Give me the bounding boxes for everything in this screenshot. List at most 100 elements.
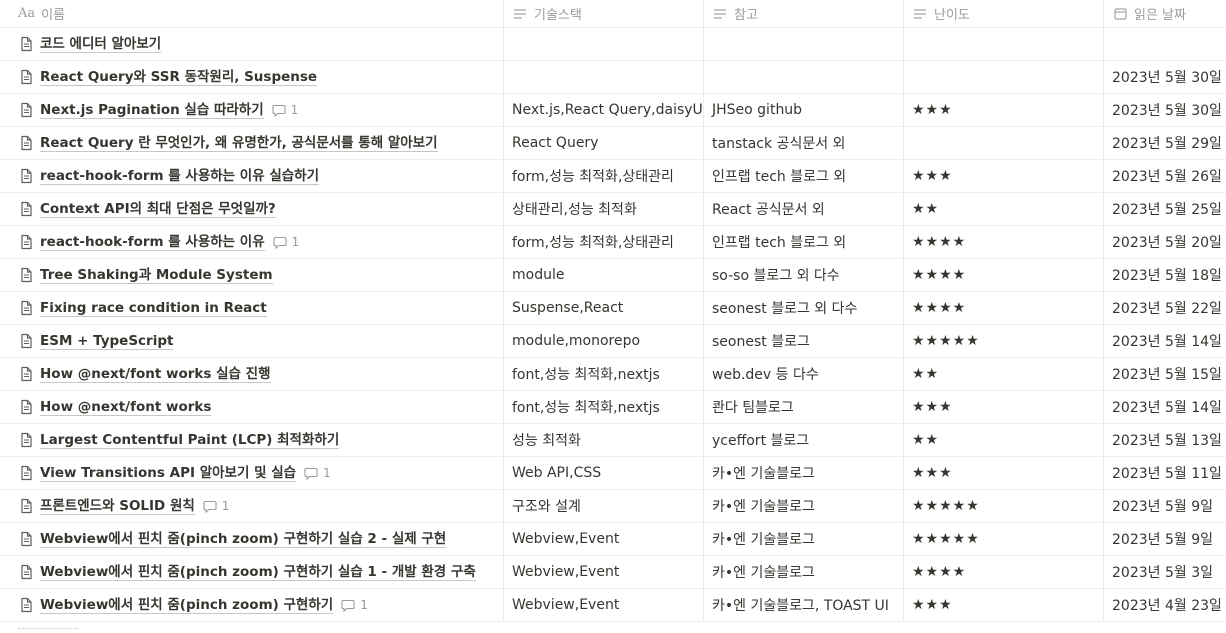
cell-name[interactable]: Next.js Pagination 실습 따라하기 1	[0, 94, 504, 126]
cell-date[interactable]: 2023년 5월 14일	[1104, 325, 1226, 357]
cell-date[interactable]: 2023년 5월 3일	[1104, 556, 1226, 588]
cell-level[interactable]: ★★★	[904, 391, 1104, 423]
page-title-link[interactable]: Webview에서 핀치 줌(pinch zoom) 구현하기 실습 1 - 개…	[40, 564, 476, 581]
cell-date[interactable]: 2023년 5월 26일	[1104, 160, 1226, 192]
page-title-link[interactable]: Context API의 최대 단점은 무엇일까?	[40, 201, 276, 218]
cell-stack[interactable]: React Query	[504, 127, 704, 159]
cell-name[interactable]: Fixing race condition in React	[0, 292, 504, 324]
cell-name[interactable]: How @next/font works 실습 진행	[0, 358, 504, 390]
column-header-date[interactable]: 읽은 날짜	[1104, 0, 1226, 27]
cell-ref[interactable]: JHSeo github	[704, 94, 904, 126]
cell-ref[interactable]	[704, 61, 904, 93]
cell-stack[interactable]	[504, 28, 704, 60]
cell-level[interactable]	[904, 61, 1104, 93]
cell-level[interactable]	[904, 127, 1104, 159]
column-header-stack[interactable]: 기술스택	[504, 0, 704, 27]
cell-stack[interactable]: module,monorepo	[504, 325, 704, 357]
cell-ref[interactable]: seonest 블로그 외 다수	[704, 292, 904, 324]
cell-stack[interactable]: Next.js,React Query,daisyUI	[504, 94, 704, 126]
page-title-link[interactable]: Webview에서 핀치 줌(pinch zoom) 구현하기	[40, 597, 334, 614]
cell-level[interactable]: ★★★	[904, 589, 1104, 621]
cell-level[interactable]: ★★★	[904, 457, 1104, 489]
cell-level[interactable]	[904, 28, 1104, 60]
cell-name[interactable]: 프론트엔드와 SOLID 원칙 1	[0, 490, 504, 522]
cell-level[interactable]: ★★★★	[904, 292, 1104, 324]
cell-name[interactable]: View Transitions API 알아보기 및 실습 1	[0, 457, 504, 489]
cell-level[interactable]: ★★	[904, 193, 1104, 225]
table-row[interactable]: Webview에서 핀치 줌(pinch zoom) 구현하기 실습 1 - 개…	[0, 556, 1226, 589]
cell-date[interactable]: 2023년 4월 23일	[1104, 589, 1226, 621]
cell-level[interactable]: ★★	[904, 424, 1104, 456]
table-row[interactable]: react-hook-form 를 사용하는 이유 1 form,성능 최적화,…	[0, 226, 1226, 259]
cell-stack[interactable]: Webview,Event	[504, 523, 704, 555]
cell-ref[interactable]: 카•엔 기술블로그	[704, 523, 904, 555]
cell-date[interactable]: 2023년 5월 13일	[1104, 424, 1226, 456]
cell-level[interactable]: ★★★	[904, 94, 1104, 126]
cell-level[interactable]: ★★★★★	[904, 523, 1104, 555]
cell-ref[interactable]: so-so 블로그 외 다수	[704, 259, 904, 291]
table-row[interactable]: Tree Shaking과 Module System module so-so…	[0, 259, 1226, 292]
cell-ref[interactable]: tanstack 공식문서 외	[704, 127, 904, 159]
page-title-link[interactable]: Fixing race condition in React	[40, 300, 267, 317]
comment-count[interactable]: 1	[273, 235, 299, 249]
page-title-link[interactable]: React Query와 SSR 동작원리, Suspense	[40, 69, 318, 86]
cell-level[interactable]: ★★	[904, 358, 1104, 390]
table-row[interactable]: Webview에서 핀치 줌(pinch zoom) 구현하기 실습 2 - 실…	[0, 523, 1226, 556]
cell-stack[interactable]: 상태관리,성능 최적화	[504, 193, 704, 225]
page-title-link[interactable]: How @next/font works	[40, 399, 212, 416]
cell-name[interactable]: Largest Contentful Paint (LCP) 최적화하기	[0, 424, 504, 456]
table-row[interactable]: 코드 에디터 알아보기	[0, 28, 1226, 61]
cell-stack[interactable]: module	[504, 259, 704, 291]
cell-stack[interactable]: 구조와 설계	[504, 490, 704, 522]
table-row[interactable]: How @next/font works font,성능 최적화,nextjs …	[0, 391, 1226, 424]
cell-date[interactable]: 2023년 5월 25일	[1104, 193, 1226, 225]
table-row[interactable]: ESM + TypeScript module,monorepo seonest…	[0, 325, 1226, 358]
table-row[interactable]: React Query와 SSR 동작원리, Suspense 2023년 5월…	[0, 61, 1226, 94]
cell-name[interactable]: Webview에서 핀치 줌(pinch zoom) 구현하기 1	[0, 589, 504, 621]
cell-level[interactable]: ★★★★★	[904, 490, 1104, 522]
cell-ref[interactable]: web.dev 등 다수	[704, 358, 904, 390]
table-row[interactable]: View Transitions API 알아보기 및 실습 1 Web API…	[0, 457, 1226, 490]
cell-ref[interactable]: React 공식문서 외	[704, 193, 904, 225]
cell-date[interactable]: 2023년 5월 29일	[1104, 127, 1226, 159]
cell-stack[interactable]: Webview,Event	[504, 589, 704, 621]
cell-date[interactable]: 2023년 5월 14일	[1104, 391, 1226, 423]
cell-ref[interactable]: 카•엔 기술블로그	[704, 457, 904, 489]
cell-name[interactable]: 코드 에디터 알아보기	[0, 28, 504, 60]
cell-stack[interactable]: Webview,Event	[504, 556, 704, 588]
cell-stack[interactable]	[504, 61, 704, 93]
table-row[interactable]: Next.js Pagination 실습 따라하기 1 Next.js,Rea…	[0, 94, 1226, 127]
cell-stack[interactable]: form,성능 최적화,상태관리	[504, 226, 704, 258]
page-title-link[interactable]: Largest Contentful Paint (LCP) 최적화하기	[40, 432, 340, 449]
table-row[interactable]: Context API의 최대 단점은 무엇일까? 상태관리,성능 최적화 Re…	[0, 193, 1226, 226]
table-row[interactable]: 프론트엔드와 SOLID 원칙 1 구조와 설계 카•엔 기술블로그 ★★★★★…	[0, 490, 1226, 523]
cell-name[interactable]: react-hook-form 를 사용하는 이유 1	[0, 226, 504, 258]
cell-stack[interactable]: 성능 최적화	[504, 424, 704, 456]
cell-date[interactable]: 2023년 5월 22일	[1104, 292, 1226, 324]
cell-name[interactable]: How @next/font works	[0, 391, 504, 423]
cell-date[interactable]: 2023년 5월 30일	[1104, 94, 1226, 126]
comment-count[interactable]: 1	[203, 499, 229, 513]
cell-date[interactable]: 2023년 5월 20일	[1104, 226, 1226, 258]
cell-ref[interactable]: 인프랩 tech 블로그 외	[704, 226, 904, 258]
cell-ref[interactable]: seonest 블로그	[704, 325, 904, 357]
cell-level[interactable]: ★★★★★	[904, 325, 1104, 357]
page-title-link[interactable]: Webview에서 핀치 줌(pinch zoom) 구현하기 실습 2 - 실…	[40, 531, 447, 548]
cell-level[interactable]: ★★★★	[904, 259, 1104, 291]
page-title-link[interactable]: react-hook-form 를 사용하는 이유	[40, 234, 265, 251]
cell-ref[interactable]: yceffort 블로그	[704, 424, 904, 456]
cell-ref[interactable]: 콴다 팀블로그	[704, 391, 904, 423]
column-header-name[interactable]: Aa 이름	[0, 0, 504, 27]
page-title-link[interactable]: react-hook-form 를 사용하는 이유 실습하기	[40, 168, 320, 185]
page-title-link[interactable]: View Transitions API 알아보기 및 실습	[40, 465, 297, 482]
cell-ref[interactable]: 카•엔 기술블로그, TOAST UI	[704, 589, 904, 621]
cell-stack[interactable]: form,성능 최적화,상태관리	[504, 160, 704, 192]
cell-name[interactable]: Webview에서 핀치 줌(pinch zoom) 구현하기 실습 1 - 개…	[0, 556, 504, 588]
page-title-link[interactable]: 프론트엔드와 SOLID 원칙	[40, 498, 195, 515]
cell-stack[interactable]: Suspense,React	[504, 292, 704, 324]
page-title-link[interactable]: React Query 란 무엇인가, 왜 유명한가, 공식문서를 통해 알아보…	[40, 135, 438, 152]
cell-date[interactable]: 2023년 5월 11일	[1104, 457, 1226, 489]
comment-count[interactable]: 1	[304, 466, 331, 480]
cell-name[interactable]: ESM + TypeScript	[0, 325, 504, 357]
cell-ref[interactable]: 인프랩 tech 블로그 외	[704, 160, 904, 192]
